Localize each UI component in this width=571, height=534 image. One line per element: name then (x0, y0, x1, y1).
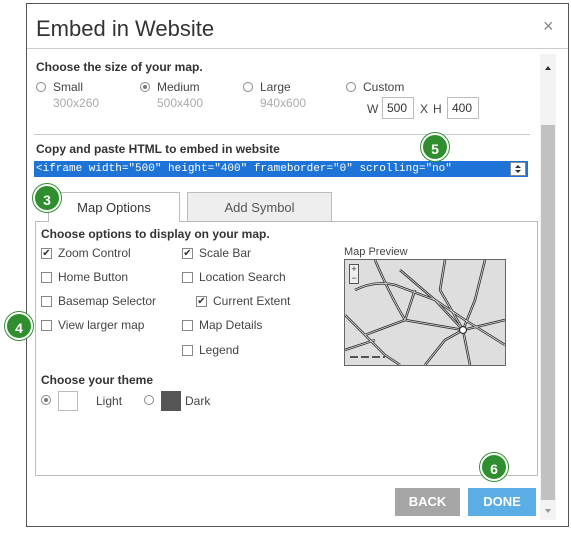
size-medium-dims: 500x400 (157, 96, 204, 110)
size-large-dims: 940x600 (260, 96, 307, 110)
map-preview-label: Map Preview (344, 246, 408, 258)
theme-label: Choose your theme (41, 373, 154, 387)
current-extent-label: Current Extent (213, 294, 291, 308)
dialog-title: Embed in Website (36, 16, 215, 41)
size-custom-label: Custom (363, 80, 405, 94)
location-search-label: Location Search (199, 270, 286, 284)
embed-label: Copy and paste HTML to embed in website (36, 142, 280, 156)
size-medium-label: Medium (157, 80, 200, 94)
options-label: Choose options to display on your map. (41, 227, 270, 241)
preview-zoom-control: + − (349, 264, 359, 284)
tab-map-options[interactable]: Map Options (48, 192, 180, 222)
callout-badge-4: 4 (5, 312, 33, 340)
tab-add-symbol[interactable]: Add Symbol (187, 192, 332, 222)
checkbox-home-button[interactable] (41, 272, 52, 283)
light-swatch (58, 391, 78, 411)
theme-light-label: Light (96, 394, 123, 408)
custom-width-input[interactable]: 500 (382, 97, 414, 119)
custom-height-label: H (433, 102, 442, 116)
up-down-arrows-icon (515, 165, 521, 173)
view-larger-map-label: View larger map (58, 318, 145, 332)
callout-badge-3: 3 (33, 184, 61, 212)
theme-dark-label: Dark (185, 394, 211, 408)
custom-height-input[interactable]: 400 (447, 97, 479, 119)
radio-large[interactable] (243, 82, 253, 92)
map-preview: + − (344, 259, 506, 366)
title-divider (27, 48, 568, 49)
embed-code-spinner[interactable] (510, 162, 526, 176)
close-icon[interactable]: × (543, 16, 554, 37)
scale-bar-label: Scale Bar (199, 246, 252, 260)
checkbox-basemap-selector[interactable] (41, 296, 52, 307)
map-details-label: Map Details (199, 318, 263, 332)
dark-swatch (161, 391, 181, 411)
checkbox-map-details[interactable] (182, 320, 193, 331)
size-section-label: Choose the size of your map. (36, 60, 203, 74)
size-large-label: Large (260, 80, 291, 94)
size-small-dims: 300x260 (53, 96, 100, 110)
radio-small[interactable] (36, 82, 46, 92)
radio-custom[interactable] (346, 82, 356, 92)
checkbox-zoom-control[interactable]: ✔ (41, 248, 52, 259)
callout-badge-5: 5 (421, 133, 449, 161)
legend-label: Legend (199, 343, 240, 357)
back-button[interactable]: BACK (395, 488, 460, 516)
size-small-label: Small (53, 80, 84, 94)
map-streets-graphic (345, 260, 505, 365)
custom-x-label: X (420, 102, 429, 116)
checkbox-legend[interactable] (182, 345, 193, 356)
embed-code-field[interactable]: <iframe width="500" height="400" framebo… (34, 161, 528, 177)
scroll-down-icon[interactable] (542, 503, 554, 513)
scrollbar-thumb[interactable] (541, 125, 555, 500)
done-button[interactable]: DONE (468, 488, 536, 516)
custom-width-label: W (367, 102, 379, 116)
section-divider (34, 134, 530, 135)
home-button-label: Home Button (58, 270, 129, 284)
basemap-selector-label: Basemap Selector (58, 294, 157, 308)
preview-zoom-out-icon: − (351, 273, 357, 283)
checkbox-current-extent[interactable]: ✔ (196, 296, 207, 307)
checkbox-view-larger-map[interactable] (41, 320, 52, 331)
checkbox-location-search[interactable] (182, 272, 193, 283)
active-tab-connector (49, 220, 179, 222)
checkbox-scale-bar[interactable]: ✔ (182, 248, 193, 259)
radio-theme-light[interactable] (41, 395, 51, 405)
callout-badge-6: 6 (480, 453, 508, 481)
zoom-control-label: Zoom Control (58, 246, 131, 260)
radio-medium[interactable] (140, 82, 150, 92)
radio-theme-dark[interactable] (144, 395, 154, 405)
scroll-up-icon[interactable] (542, 60, 554, 70)
